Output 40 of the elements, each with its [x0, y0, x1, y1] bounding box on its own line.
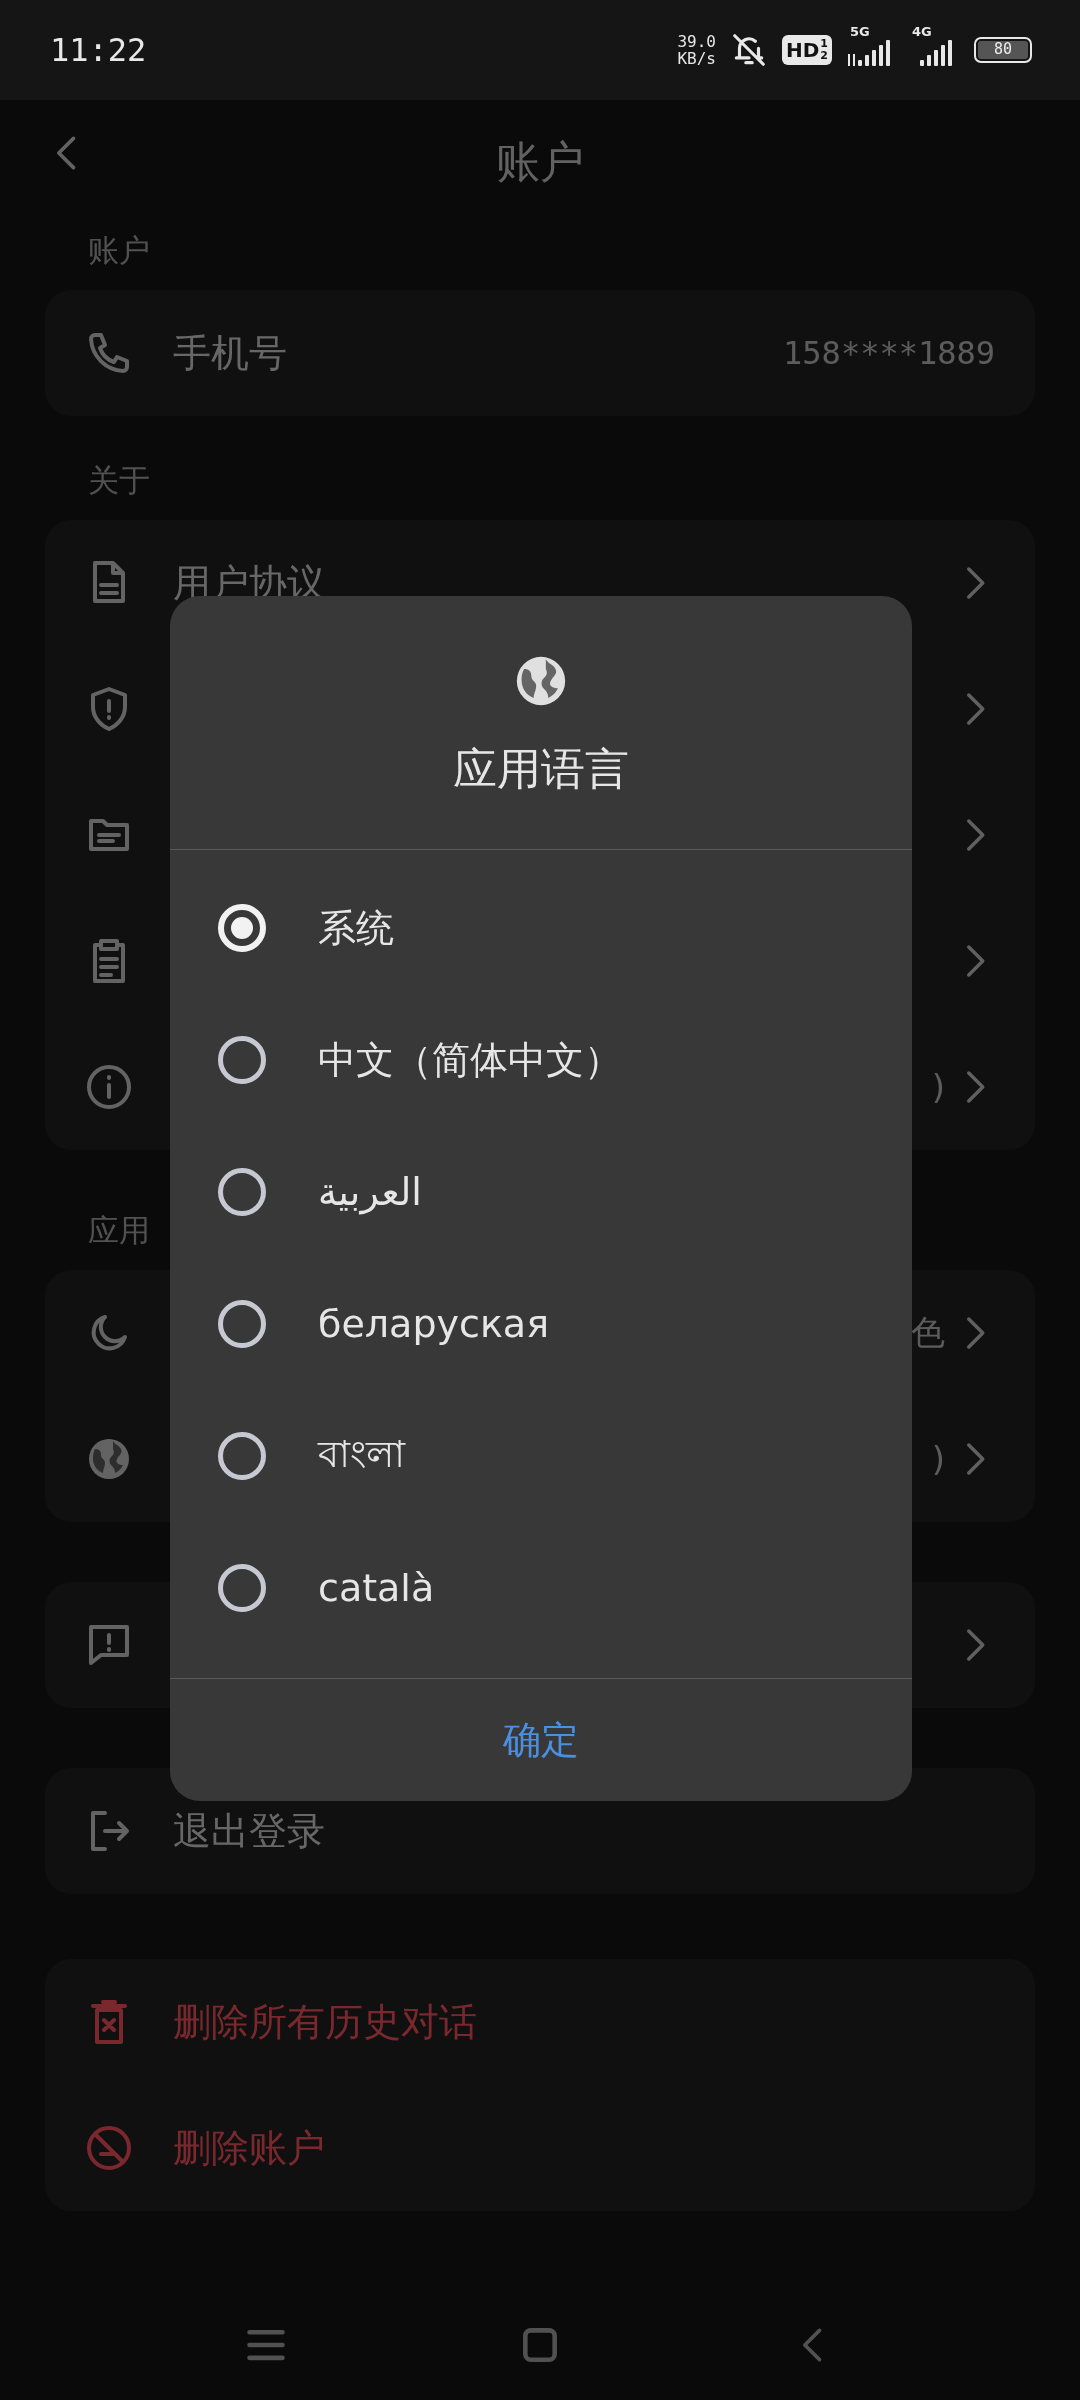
dialog-title: 应用语言 — [453, 742, 629, 796]
language-option[interactable]: català — [170, 1522, 912, 1654]
row-label: 退出登录 — [173, 1807, 326, 1855]
clock-time: 11:22 — [50, 31, 147, 69]
language-name: 系统 — [318, 904, 394, 952]
language-name: català — [318, 1566, 435, 1610]
network-type-label: 5G — [850, 24, 870, 39]
battery-icon: 80 — [974, 37, 1032, 63]
prohibited-icon — [85, 2124, 133, 2172]
section-label: 应用 — [87, 1211, 151, 1250]
radio-button[interactable] — [218, 1036, 266, 1084]
row-label: 删除所有历史对话 — [173, 1998, 478, 2046]
confirm-button[interactable]: 确定 — [473, 1704, 609, 1776]
language-option[interactable]: беларуская — [170, 1258, 912, 1390]
radio-button[interactable] — [218, 1564, 266, 1612]
language-name: বাংলা — [318, 1431, 405, 1478]
row-label: 手机号 — [173, 329, 288, 377]
row-label: 删除账户 — [173, 2124, 326, 2172]
radio-button[interactable] — [218, 1300, 266, 1348]
row-value: 158****1889 — [783, 334, 995, 372]
language-option[interactable]: 中文（简体中文） — [170, 994, 912, 1126]
section-label: 关于 — [87, 461, 151, 500]
language-option[interactable]: العربية — [170, 1126, 912, 1258]
language-name: العربية — [318, 1170, 422, 1214]
network-speed-unit: KB/s — [677, 50, 716, 67]
language-option[interactable]: বাংলা — [170, 1390, 912, 1522]
row-value: 色 — [911, 1311, 945, 1354]
bell-muted-icon — [730, 31, 768, 69]
network-type-label: 4G — [912, 24, 932, 39]
language-name: 中文（简体中文） — [318, 1036, 622, 1084]
section-label: 账户 — [87, 231, 151, 270]
info-icon — [85, 1063, 133, 1111]
network-speed: 39.0 — [677, 33, 716, 50]
radio-button[interactable] — [218, 1432, 266, 1480]
language-name: беларуская — [318, 1302, 549, 1346]
row-value: ) — [931, 1067, 945, 1107]
language-option[interactable]: 系统 — [170, 862, 912, 994]
radio-button[interactable] — [218, 1168, 266, 1216]
page-title: 账户 — [496, 135, 584, 189]
row-value: ) — [931, 1439, 945, 1479]
